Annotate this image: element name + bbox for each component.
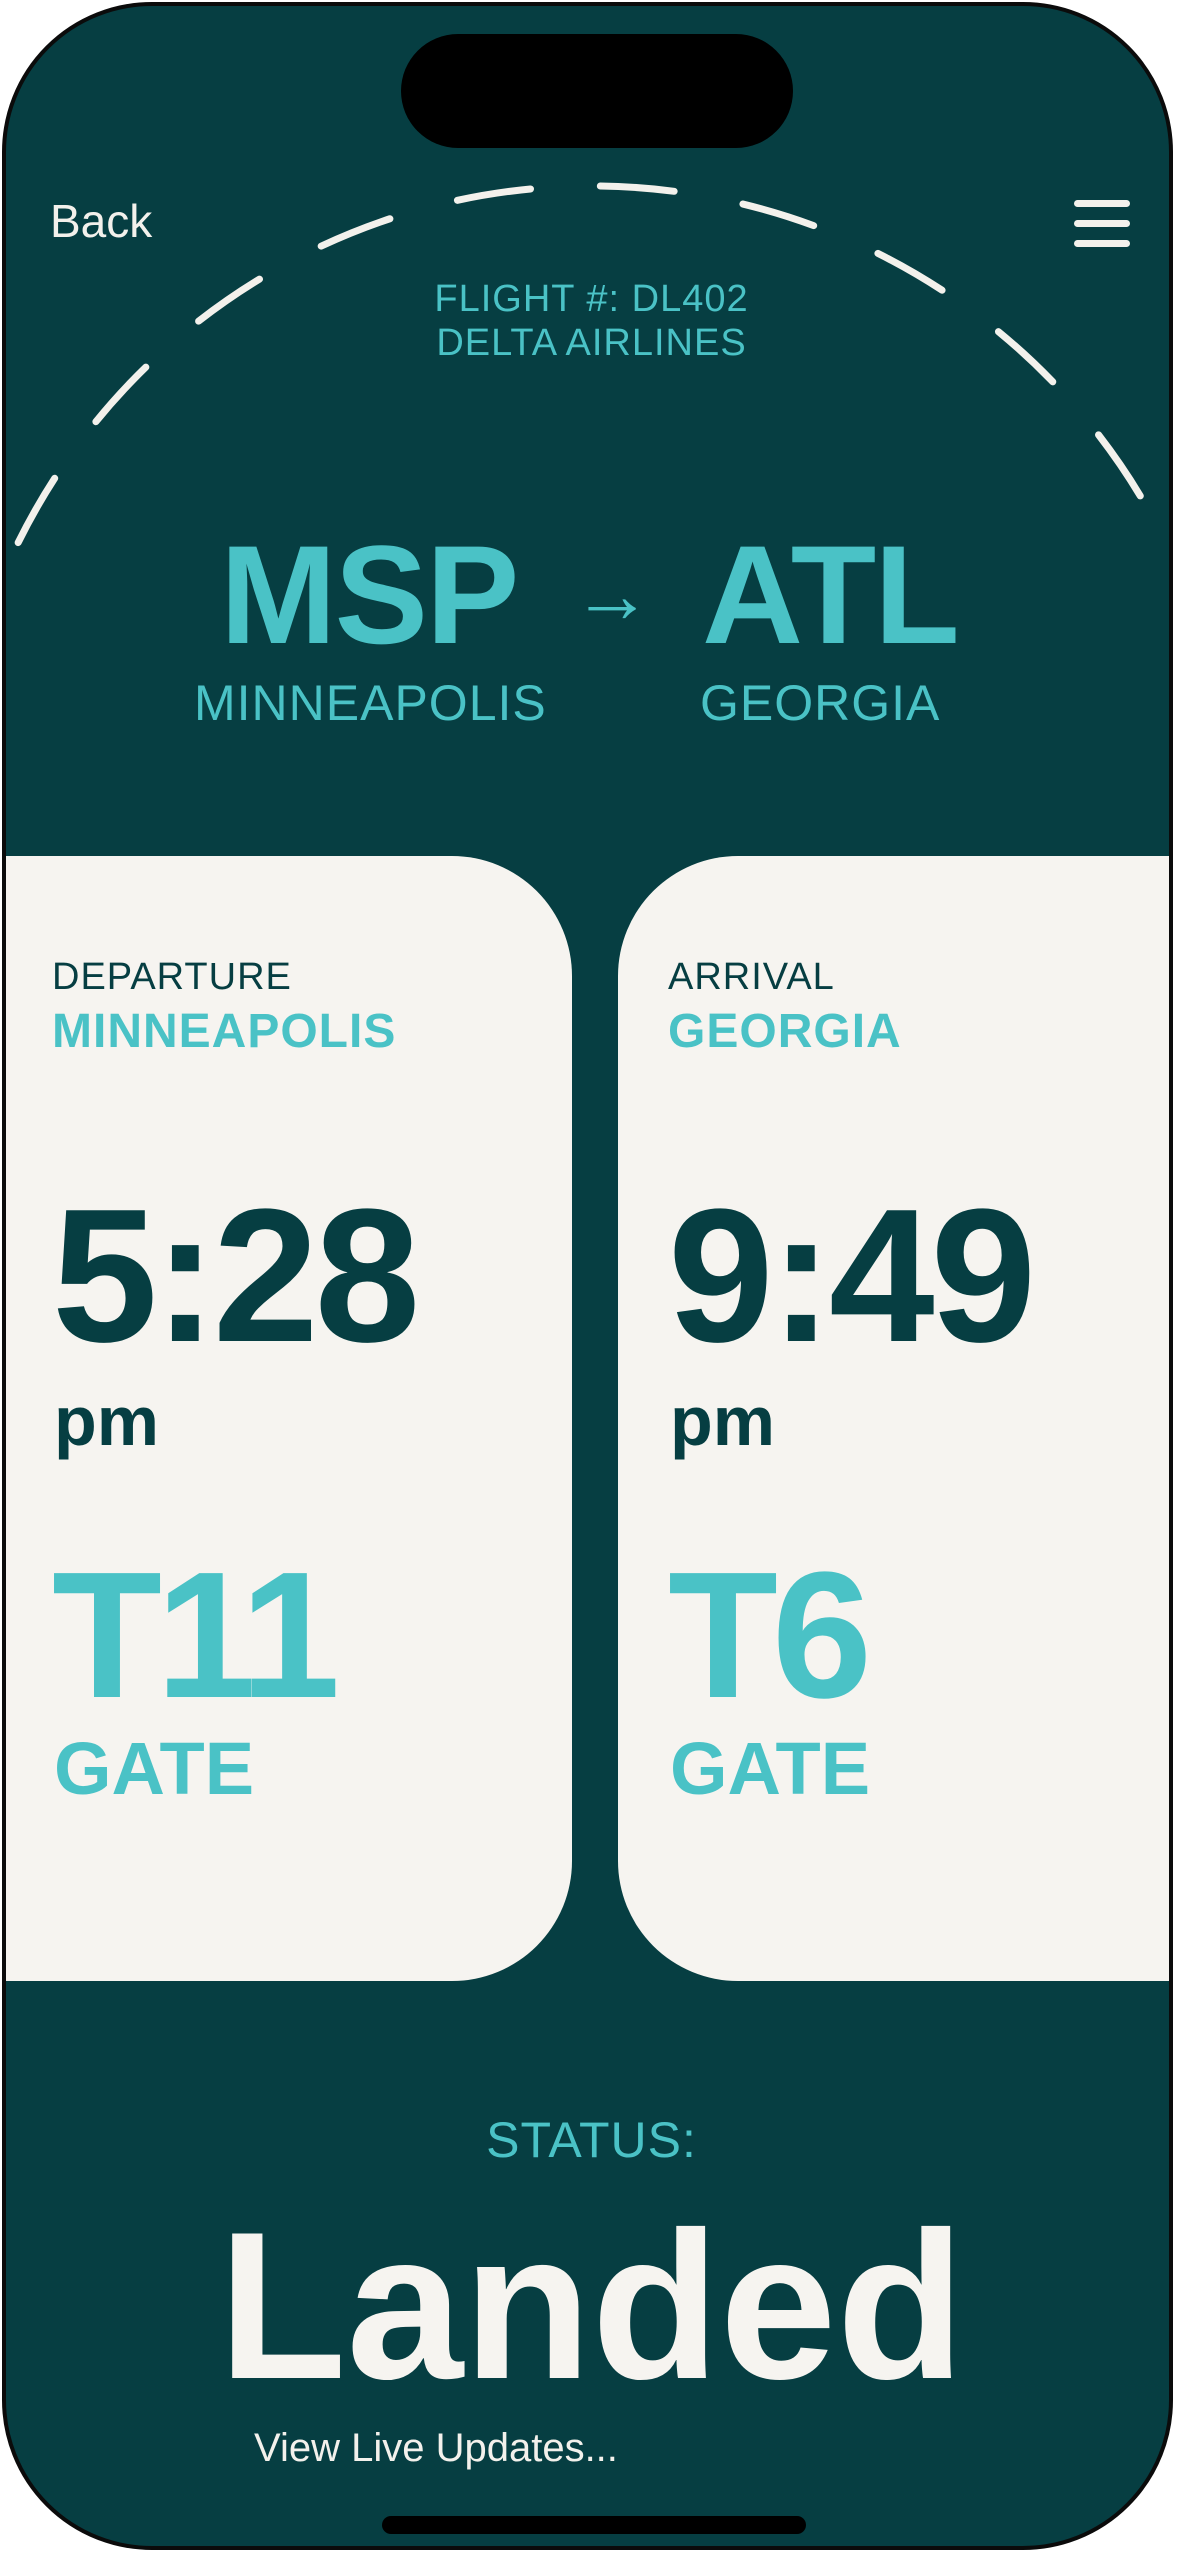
arrival-card: ARRIVAL GEORGIA 9:49 pm T6 GATE	[618, 856, 1169, 1981]
destination-code: ATL	[702, 516, 960, 673]
arrival-gate-label: GATE	[670, 1727, 871, 1810]
hamburger-menu-icon[interactable]	[1074, 196, 1134, 252]
status-value: Landed	[218, 2188, 965, 2423]
departure-gate: T11	[52, 1535, 340, 1736]
arrival-gate: T6	[668, 1535, 872, 1736]
departure-ampm: pm	[54, 1382, 159, 1460]
view-live-updates-link[interactable]: View Live Updates...	[254, 2426, 618, 2471]
airline-name: DELTA AIRLINES	[436, 322, 747, 364]
departure-time: 5:28	[52, 1170, 420, 1382]
back-button[interactable]: Back	[50, 194, 152, 248]
home-indicator[interactable]	[382, 2516, 806, 2534]
origin-code: MSP	[220, 516, 519, 673]
arrival-ampm: pm	[670, 1382, 775, 1460]
departure-label: DEPARTURE	[52, 956, 292, 998]
arrival-label: ARRIVAL	[668, 956, 835, 998]
flight-number: FLIGHT #: DL402	[434, 278, 749, 320]
origin-city: MINNEAPOLIS	[194, 675, 547, 731]
departure-card: DEPARTURE MINNEAPOLIS 5:28 pm T11 GATE	[6, 856, 572, 1981]
phone-screen: Back FLIGHT #: DL402 DELTA AIRLINES MSP …	[2, 2, 1173, 2550]
departure-gate-label: GATE	[54, 1727, 255, 1810]
dynamic-island	[401, 34, 793, 148]
destination-city: GEORGIA	[700, 675, 941, 731]
status-label: STATUS:	[486, 2112, 697, 2168]
arrival-city: GEORGIA	[668, 1005, 902, 1058]
arrival-time: 9:49	[668, 1170, 1036, 1382]
departure-city: MINNEAPOLIS	[52, 1005, 397, 1058]
right-arrow-icon: →	[572, 550, 652, 639]
